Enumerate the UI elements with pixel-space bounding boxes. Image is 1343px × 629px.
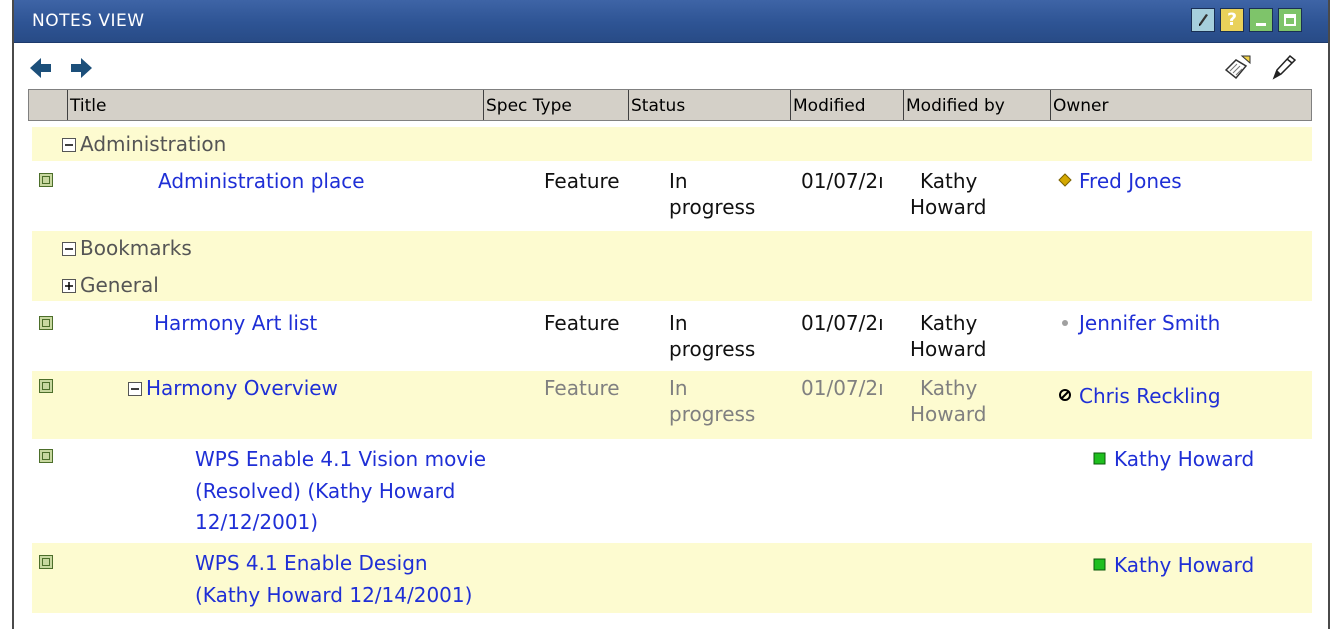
diamond-icon: [1058, 173, 1072, 187]
header-spec-type[interactable]: Spec Type: [483, 90, 628, 120]
spec-type: Feature: [544, 169, 620, 193]
category-row-general[interactable]: General: [62, 272, 159, 298]
forward-button[interactable]: [69, 56, 93, 84]
arrow-right-icon: [71, 58, 92, 78]
document-icon: [39, 449, 53, 463]
new-document-button[interactable]: [1222, 52, 1254, 86]
maximize-button[interactable]: [1278, 8, 1302, 32]
no-entry-icon: [1059, 389, 1071, 401]
owner-name: Jennifer Smith: [1079, 311, 1221, 335]
owner-name: Kathy Howard: [1114, 447, 1255, 471]
maximize-icon: [1284, 14, 1296, 26]
document-row[interactable]: Harmony Art list Feature In progress 01/…: [32, 303, 1312, 369]
response-title-line-2[interactable]: (Kathy Howard 12/14/2001): [195, 582, 472, 608]
status-line-1: In: [669, 169, 688, 193]
modified-by-line-2: Howard: [910, 402, 987, 426]
owner-link[interactable]: Kathy Howard: [1092, 552, 1254, 578]
new-document-icon: [1224, 55, 1251, 80]
green-square-icon: [1093, 558, 1106, 571]
column-header: Title Spec Type Status Modified Modified…: [28, 89, 1312, 121]
header-owner[interactable]: Owner: [1050, 90, 1313, 120]
category-label: Bookmarks: [80, 236, 192, 260]
document-icon: [39, 555, 53, 569]
header-modified[interactable]: Modified: [790, 90, 903, 120]
document-icon: [39, 173, 53, 187]
help-icon: ?: [1227, 10, 1237, 30]
portlet-title: NOTES VIEW: [32, 11, 145, 31]
status-line-2: progress: [669, 402, 756, 426]
response-row[interactable]: WPS Enable 4.1 Vision movie (Resolved) (…: [32, 441, 1312, 539]
document-title-link[interactable]: Harmony Art list: [154, 310, 317, 336]
green-square-icon: [1093, 452, 1106, 465]
owner-name: Kathy Howard: [1114, 553, 1255, 577]
document-title-link[interactable]: Harmony Overview: [128, 375, 338, 401]
modified-by-line-1: Kathy: [920, 311, 978, 335]
owner-link[interactable]: Kathy Howard: [1092, 446, 1254, 472]
response-title-line-2[interactable]: (Resolved) (Kathy Howard: [195, 478, 455, 504]
spec-type: Feature: [544, 311, 620, 335]
edit-pen-button[interactable]: [1268, 52, 1298, 86]
response-row[interactable]: WPS 4.1 Enable Design (Kathy Howard 12/1…: [32, 543, 1312, 613]
response-title-line-1[interactable]: WPS 4.1 Enable Design: [195, 550, 428, 576]
document-icon: [39, 316, 53, 330]
status-line-2: progress: [669, 195, 756, 219]
document-title: Harmony Overview: [146, 376, 338, 400]
arrow-left-icon: [30, 58, 51, 78]
expand-icon[interactable]: [62, 279, 76, 293]
collapse-icon[interactable]: [128, 382, 142, 396]
modified-date: 01/07/2ı: [801, 376, 884, 400]
modified-by-line-1: Kathy: [920, 169, 978, 193]
document-icon: [39, 379, 53, 393]
help-button[interactable]: ?: [1220, 8, 1244, 32]
modified-by-line-2: Howard: [910, 195, 987, 219]
response-title-line-1[interactable]: WPS Enable 4.1 Vision movie: [195, 446, 486, 472]
category-row-administration[interactable]: Administration: [32, 127, 1312, 161]
category-row-bookmarks[interactable]: Bookmarks General: [32, 231, 1312, 301]
owner-link[interactable]: Chris Reckling: [1057, 383, 1221, 409]
status-line-1: In: [669, 311, 688, 335]
document-row[interactable]: Administration place Feature In progress…: [32, 163, 1312, 227]
dot-icon: [1062, 320, 1068, 326]
modified-by-line-2: Howard: [910, 337, 987, 361]
pen-icon: [1272, 54, 1297, 80]
edit-icon[interactable]: [1191, 8, 1215, 32]
header-modified-by[interactable]: Modified by: [903, 90, 1050, 120]
document-row-expandable[interactable]: Harmony Overview Feature In progress 01/…: [32, 371, 1312, 439]
owner-link[interactable]: Jennifer Smith: [1057, 310, 1220, 336]
collapse-icon[interactable]: [62, 138, 76, 152]
header-select-column[interactable]: [29, 90, 67, 120]
response-title-line-3[interactable]: 12/12/2001): [195, 509, 318, 535]
status-line-1: In: [669, 376, 688, 400]
owner-name: Fred Jones: [1079, 169, 1182, 193]
spec-type: Feature: [544, 376, 620, 400]
owner-name: Chris Reckling: [1079, 384, 1221, 408]
minimize-button[interactable]: [1249, 8, 1273, 32]
back-button[interactable]: [29, 56, 53, 84]
header-title[interactable]: Title: [67, 90, 483, 120]
modified-date: 01/07/2ı: [801, 169, 884, 193]
owner-link[interactable]: Fred Jones: [1057, 168, 1182, 194]
category-label: Administration: [80, 132, 227, 156]
status-line-2: progress: [669, 337, 756, 361]
document-title-link[interactable]: Administration place: [158, 168, 365, 194]
portlet-titlebar: NOTES VIEW ?: [14, 0, 1328, 43]
minimize-icon: [1256, 23, 1266, 26]
notes-view-portlet: NOTES VIEW ? Title Spec Type Status Modi…: [12, 0, 1330, 629]
category-label: General: [80, 273, 159, 297]
header-status[interactable]: Status: [628, 90, 790, 120]
collapse-icon[interactable]: [62, 242, 76, 256]
modified-by-line-1: Kathy: [920, 376, 978, 400]
modified-date: 01/07/2ı: [801, 311, 884, 335]
